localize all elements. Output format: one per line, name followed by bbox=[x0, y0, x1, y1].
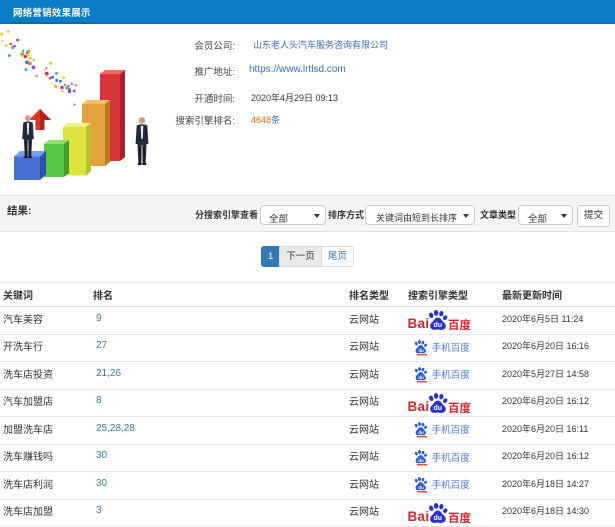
svg-text:手机百度: 手机百度 bbox=[432, 477, 471, 491]
svg-text:du: du bbox=[418, 375, 424, 380]
svg-text:du: du bbox=[434, 322, 443, 329]
svg-text:du: du bbox=[418, 348, 424, 353]
svg-text:du: du bbox=[434, 515, 443, 522]
svg-text:手机百度: 手机百度 bbox=[432, 450, 471, 464]
svg-text:百度: 百度 bbox=[448, 317, 471, 330]
svg-text:百度: 百度 bbox=[448, 510, 471, 523]
svg-text:手机百度: 手机百度 bbox=[432, 340, 471, 354]
svg-text:Bai: Bai bbox=[408, 399, 429, 413]
svg-text:手机百度: 手机百度 bbox=[432, 422, 471, 436]
svg-text:百度: 百度 bbox=[448, 400, 471, 413]
svg-text:Bai: Bai bbox=[408, 509, 429, 523]
svg-text:手机百度: 手机百度 bbox=[432, 367, 471, 381]
svg-text:du: du bbox=[434, 405, 443, 412]
svg-text:du: du bbox=[418, 430, 424, 435]
svg-text:du: du bbox=[418, 458, 424, 463]
svg-text:Bai: Bai bbox=[408, 316, 429, 330]
svg-text:du: du bbox=[418, 485, 424, 490]
